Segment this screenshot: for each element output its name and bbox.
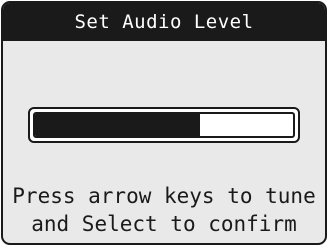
instruction-line-1: Press arrow keys to tune	[12, 184, 316, 208]
audio-level-track	[33, 112, 295, 138]
dialog-title: Set Audio Level	[3, 3, 325, 41]
audio-level-fill	[35, 114, 201, 136]
audio-level-dialog: Set Audio Level Press arrow keys to tune…	[1, 1, 327, 245]
audio-level-slider[interactable]	[28, 107, 300, 143]
instruction-line-2: and Select to confirm	[31, 212, 297, 236]
